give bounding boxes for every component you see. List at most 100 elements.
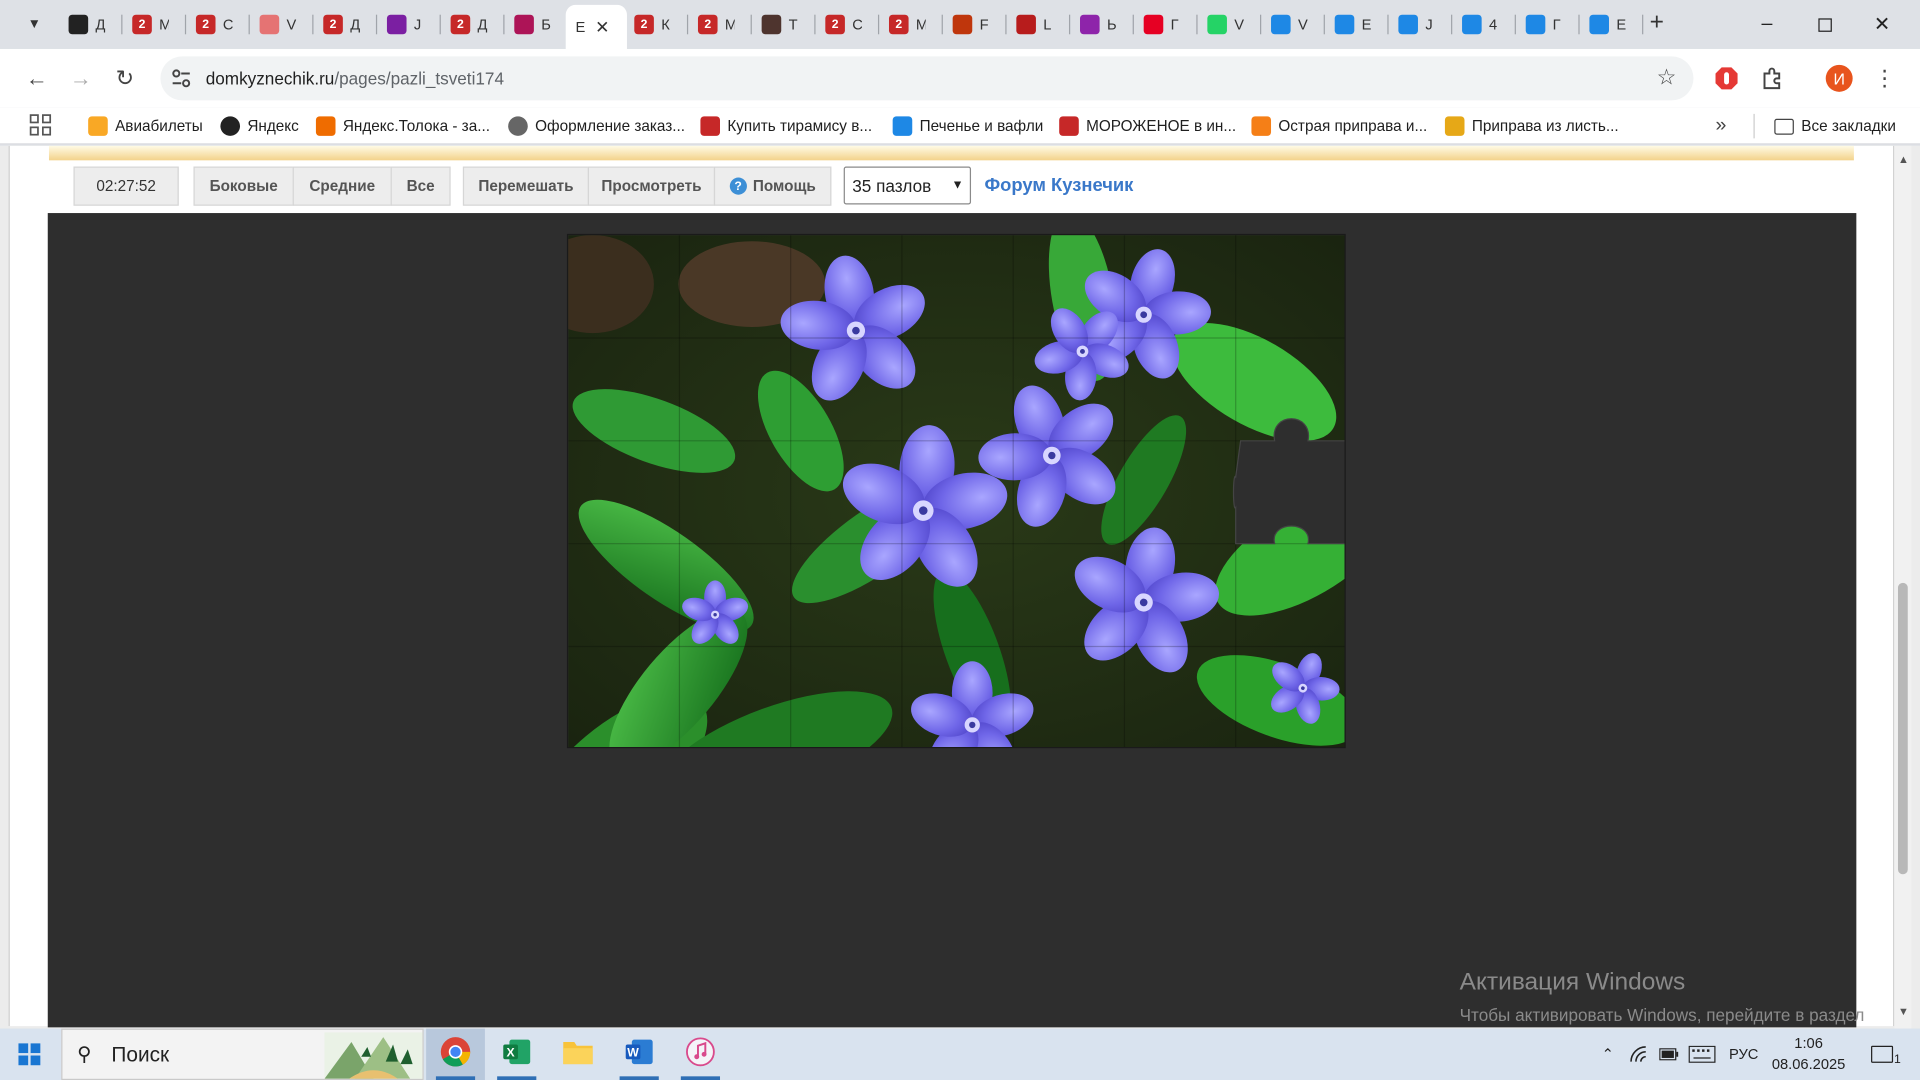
scrollbar-thumb[interactable]: [1897, 582, 1908, 875]
puzzle-image[interactable]: [566, 233, 1346, 749]
help-button[interactable]: ? Помощь: [713, 166, 832, 206]
bookmark-item[interactable]: Авиабилеты: [88, 115, 203, 137]
tab-fox[interactable]: F: [943, 7, 1007, 41]
tab-puzzle-5[interactable]: 2К: [624, 7, 688, 41]
browser-menu-button[interactable]: ⋮: [1870, 64, 1899, 93]
tab-pinterest[interactable]: Г: [1134, 7, 1198, 41]
excel-app[interactable]: X: [487, 1029, 546, 1080]
search-placeholder: Поиск: [111, 1043, 170, 1067]
apps-grid-icon[interactable]: [29, 114, 52, 136]
tab-puzzle-4[interactable]: 2Д: [441, 7, 505, 41]
piece-count-select[interactable]: 35 пазлов ▼: [843, 166, 972, 205]
site-icon: [1525, 14, 1546, 35]
running-indicator: [497, 1076, 537, 1080]
bookmark-label: Авиабилеты: [115, 117, 203, 135]
tab-puzzle-7[interactable]: 2С: [816, 7, 880, 41]
site-icon: [1462, 14, 1482, 35]
edge-pieces-button[interactable]: Боковые: [193, 166, 294, 206]
taskbar-search[interactable]: ⚲ Поиск: [61, 1028, 424, 1080]
network-icon[interactable]: [1624, 1029, 1656, 1080]
bookmark-item[interactable]: Приправа из листь...: [1444, 115, 1619, 137]
tab-blue-6[interactable]: Е: [1580, 7, 1644, 41]
tab-pinwheel[interactable]: V: [250, 7, 314, 41]
close-tab-icon[interactable]: ✕: [595, 17, 609, 38]
tab-blue-5[interactable]: Г: [1516, 7, 1580, 41]
tab-yandex[interactable]: Д: [59, 7, 123, 41]
extensions-icon[interactable]: [1757, 64, 1786, 93]
site-info-icon[interactable]: [170, 67, 192, 89]
middle-pieces-button[interactable]: Средние: [292, 166, 392, 206]
preview-button[interactable]: Просмотреть: [587, 166, 716, 206]
tab-wb[interactable]: Ы: [1070, 7, 1134, 41]
all-bookmarks-button[interactable]: Все закладки: [1774, 115, 1896, 137]
browser-toolbar: ← → ↻ domkyznechik.ru/pages/pazli_tsveti…: [0, 48, 1920, 108]
tab-whatsapp[interactable]: V: [1198, 7, 1262, 41]
tab-red[interactable]: L: [1007, 7, 1071, 41]
running-indicator: [435, 1076, 476, 1080]
adblock-extension-icon[interactable]: [1712, 64, 1741, 93]
address-bar[interactable]: domkyznechik.ru/pages/pazli_tsveti174 ☆: [160, 56, 1694, 101]
notifications-button[interactable]: 1: [1861, 1029, 1910, 1080]
yandex-icon: [220, 116, 241, 136]
chrome-app[interactable]: [426, 1028, 485, 1080]
tab-puzzle-8[interactable]: 2М: [879, 7, 943, 41]
keyboard-icon[interactable]: [1685, 1029, 1719, 1080]
close-window-button[interactable]: ✕: [1854, 0, 1910, 49]
minimize-button[interactable]: –: [1739, 0, 1795, 49]
bookmark-item[interactable]: Печенье и вафли: [892, 115, 1043, 137]
word-app[interactable]: W: [610, 1029, 669, 1080]
more-bookmarks-icon[interactable]: »: [1716, 115, 1727, 137]
bookmark-item[interactable]: Купить тирамису в...: [700, 115, 872, 137]
reload-button[interactable]: ↻: [110, 64, 139, 93]
all-pieces-button[interactable]: Все: [390, 166, 451, 206]
bookmark-star-icon[interactable]: ☆: [1657, 65, 1677, 91]
bookmark-item[interactable]: Яндекс.Толока - за...: [315, 115, 490, 137]
bookmark-item[interactable]: Оформление заказ...: [508, 115, 685, 137]
tab-flower[interactable]: Б: [504, 7, 568, 41]
tab-puzzle-1[interactable]: 2М: [122, 7, 186, 41]
scroll-down-icon[interactable]: ▼: [1898, 1005, 1909, 1017]
new-tab-button[interactable]: +: [1643, 10, 1670, 37]
windows-icon: [18, 1043, 41, 1066]
profile-avatar[interactable]: И: [1825, 64, 1854, 93]
itunes-app[interactable]: [671, 1029, 730, 1080]
tab-puzzle-3[interactable]: 2Д: [313, 7, 377, 41]
explorer-app[interactable]: [549, 1029, 608, 1080]
url-text[interactable]: domkyznechik.ru/pages/pazli_tsveti174: [206, 69, 504, 89]
back-button[interactable]: ←: [22, 64, 51, 93]
tab-title: J: [413, 15, 422, 34]
tab-blue-3[interactable]: Ј: [1389, 7, 1453, 41]
tab-active[interactable]: Е ✕: [565, 4, 627, 49]
forward-button[interactable]: →: [66, 64, 95, 93]
system-clock[interactable]: 1:06 08.06.2025: [1761, 1033, 1857, 1075]
tab-search-button[interactable]: ▼: [20, 10, 49, 39]
bookmark-label: МОРОЖЕНОЕ в ин...: [1086, 117, 1237, 135]
page-scrollbar[interactable]: ▲ ▼: [1894, 145, 1912, 1029]
tab-blue-1[interactable]: V: [1261, 7, 1325, 41]
maximize-button[interactable]: [1796, 0, 1852, 49]
tab-grid[interactable]: J: [377, 7, 441, 41]
forum-link[interactable]: Форум Кузнечик: [984, 175, 1133, 196]
bookmark-item[interactable]: Острая приправа и...: [1251, 115, 1427, 137]
shuffle-button[interactable]: Перемешать: [462, 166, 589, 206]
tab-dark[interactable]: Т: [752, 7, 816, 41]
language-indicator[interactable]: РУС: [1724, 1029, 1763, 1080]
scroll-up-icon[interactable]: ▲: [1898, 153, 1909, 165]
tab-puzzle-6[interactable]: 2М: [688, 7, 752, 41]
battery-icon[interactable]: [1656, 1029, 1683, 1080]
tab-blue-4[interactable]: 4: [1452, 7, 1516, 41]
tab-blue-2[interactable]: Е: [1325, 7, 1389, 41]
tab-puzzle-2[interactable]: 2С: [186, 7, 250, 41]
globe-icon: [508, 116, 528, 136]
show-hidden-icons[interactable]: ⌃: [1592, 1029, 1624, 1080]
tab-title: L: [1043, 15, 1052, 34]
chrome-icon: [440, 1035, 472, 1073]
bookmark-item[interactable]: МОРОЖЕНОЕ в ин...: [1059, 115, 1236, 137]
maximize-icon: [1817, 17, 1832, 32]
puzzle-board[interactable]: Активация Windows Чтобы активировать Win…: [47, 213, 1864, 1028]
bookmark-item[interactable]: Яндекс: [220, 115, 299, 137]
start-button[interactable]: [0, 1029, 59, 1080]
clock-date: 08.06.2025: [1771, 1055, 1846, 1073]
puzzle-site-icon: 2: [825, 14, 845, 35]
bookmark-label: Купить тирамису в...: [727, 117, 873, 135]
